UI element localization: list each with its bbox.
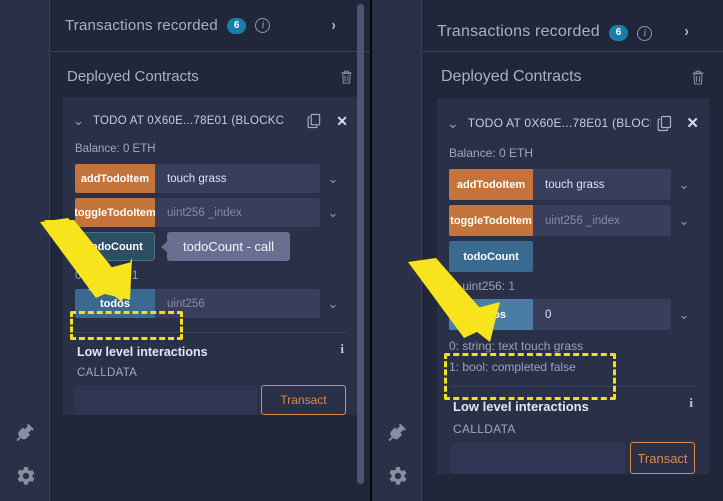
contract-header[interactable]: ⌄ TODO AT 0X60E...78E01 (BLOCKC ✕ xyxy=(63,107,358,135)
chevron-down-icon[interactable]: ⌄ xyxy=(320,164,346,193)
deployed-contracts-header: Deployed Contracts xyxy=(423,52,723,98)
low-level-interactions: Low level interactions i CALLDATA Transa… xyxy=(75,332,346,415)
function-row-addtodoitem: addTodoItem touch grass ⌄ xyxy=(75,164,346,193)
contract-balance: Balance: 0 ETH xyxy=(63,135,358,159)
info-icon[interactable]: i xyxy=(689,395,693,411)
addtodoitem-button[interactable]: addTodoItem xyxy=(449,169,533,200)
todocount-button[interactable]: todoCount xyxy=(449,241,533,272)
transactions-count-badge: 6 xyxy=(227,18,247,34)
info-icon[interactable]: i xyxy=(255,18,270,33)
toggletodoitem-input[interactable]: uint256 _index xyxy=(155,198,320,227)
left-content: Transactions recorded 6 i › Deployed Con… xyxy=(51,0,370,501)
gear-icon[interactable] xyxy=(385,464,409,488)
deployed-contract-card: ⌄ TODO AT 0X60E...78E01 (BLOCKC ✕ Balanc… xyxy=(437,98,709,474)
todos-result-0: 0: string: text touch grass xyxy=(437,336,709,357)
chevron-down-icon[interactable]: ⌄ xyxy=(446,115,459,132)
todos-input[interactable]: 0 xyxy=(533,299,671,330)
low-level-title: Low level interactions xyxy=(75,343,346,359)
deployed-contracts-title: Deployed Contracts xyxy=(441,68,582,86)
toggletodoitem-button[interactable]: toggleTodoItem xyxy=(75,198,155,227)
transactions-recorded-bar[interactable]: Transactions recorded 6 i › xyxy=(423,0,723,52)
low-level-title: Low level interactions xyxy=(451,397,695,414)
addtodoitem-input[interactable]: touch grass xyxy=(533,169,671,200)
left-panel: Transactions recorded 6 i › Deployed Con… xyxy=(0,0,370,501)
toggletodoitem-input[interactable]: uint256 _index xyxy=(533,205,671,236)
plug-icon[interactable] xyxy=(385,420,409,444)
info-icon[interactable]: i xyxy=(340,341,344,357)
toggletodoitem-button[interactable]: toggleTodoItem xyxy=(449,205,533,236)
chevron-down-icon[interactable]: ⌄ xyxy=(320,289,346,318)
calldata-input[interactable] xyxy=(451,442,626,474)
chevron-right-icon[interactable]: › xyxy=(684,23,688,41)
deployed-contract-card: ⌄ TODO AT 0X60E...78E01 (BLOCKC ✕ Balanc… xyxy=(63,97,358,415)
gear-icon[interactable] xyxy=(13,464,37,488)
todos-input[interactable]: uint256 xyxy=(155,289,320,318)
todos-result-1: 1: bool: completed false xyxy=(437,357,709,378)
screenshot-root: Transactions recorded 6 i › Deployed Con… xyxy=(0,0,723,501)
addtodoitem-button[interactable]: addTodoItem xyxy=(75,164,155,193)
trash-icon[interactable] xyxy=(690,69,705,85)
transactions-recorded-bar[interactable]: Transactions recorded 6 i › xyxy=(51,0,370,52)
chevron-down-icon[interactable]: ⌄ xyxy=(72,113,84,129)
transact-button[interactable]: Transact xyxy=(261,385,346,415)
plug-icon[interactable] xyxy=(13,420,37,444)
copy-icon[interactable] xyxy=(307,113,322,129)
chevron-down-icon[interactable]: ⌄ xyxy=(671,205,697,236)
todos-button[interactable]: todos xyxy=(75,289,155,318)
calldata-row: Transact xyxy=(451,442,695,474)
transactions-count-badge: 6 xyxy=(609,25,629,41)
function-row-toggletodoitem: toggleTodoItem uint256 _index ⌄ xyxy=(75,198,346,227)
function-row-addtodoitem: addTodoItem touch grass ⌄ xyxy=(449,169,697,200)
left-icon-sidebar xyxy=(0,0,50,501)
contract-name: TODO AT 0X60E...78E01 (BLOCKC xyxy=(468,116,652,130)
calldata-label: CALLDATA xyxy=(75,359,346,385)
deployed-contracts-header: Deployed Contracts xyxy=(51,52,370,97)
deployed-contracts-title: Deployed Contracts xyxy=(67,68,199,85)
todos-button[interactable]: todos xyxy=(449,299,533,330)
function-row-todos: todos 0 ⌄ xyxy=(449,299,697,330)
calldata-row: Transact xyxy=(75,385,346,415)
transactions-recorded-label: Transactions recorded xyxy=(437,23,600,41)
copy-icon[interactable] xyxy=(657,115,672,131)
close-icon[interactable]: ✕ xyxy=(686,114,699,132)
chevron-down-icon[interactable]: ⌄ xyxy=(671,169,697,200)
function-row-toggletodoitem: toggleTodoItem uint256 _index ⌄ xyxy=(449,205,697,236)
contract-balance: Balance: 0 ETH xyxy=(437,138,709,164)
right-content: Transactions recorded 6 i › Deployed Con… xyxy=(423,0,723,501)
chevron-right-icon[interactable]: › xyxy=(331,17,335,35)
trash-icon[interactable] xyxy=(339,69,354,85)
calldata-label: CALLDATA xyxy=(451,414,695,442)
function-row-todocount: todoCount xyxy=(449,241,697,272)
right-panel: Transactions recorded 6 i › Deployed Con… xyxy=(370,0,723,501)
right-icon-sidebar xyxy=(372,0,422,501)
calldata-input[interactable] xyxy=(75,385,257,415)
function-row-todos: todos uint256 ⌄ xyxy=(75,289,346,318)
transact-button[interactable]: Transact xyxy=(630,442,695,474)
chevron-down-icon[interactable]: ⌄ xyxy=(320,198,346,227)
transactions-recorded-label: Transactions recorded xyxy=(65,17,218,34)
chevron-down-icon[interactable]: ⌄ xyxy=(671,299,697,330)
function-row-todocount: todoCount todoCount - call xyxy=(75,232,346,261)
contract-name: TODO AT 0X60E...78E01 (BLOCKC xyxy=(93,115,301,127)
close-icon[interactable]: ✕ xyxy=(336,113,348,130)
contract-header[interactable]: ⌄ TODO AT 0X60E...78E01 (BLOCKC ✕ xyxy=(437,108,709,138)
low-level-interactions: Low level interactions i CALLDATA Transa… xyxy=(451,386,695,474)
todocount-result: 0: uint256: 1 xyxy=(63,266,358,286)
todocount-tooltip: todoCount - call xyxy=(167,232,290,261)
addtodoitem-input[interactable]: touch grass xyxy=(155,164,320,193)
info-icon[interactable]: i xyxy=(637,26,652,41)
todocount-button[interactable]: todoCount xyxy=(75,232,155,261)
left-scrollbar[interactable] xyxy=(357,4,364,484)
todocount-result: 0: uint256: 1 xyxy=(437,276,709,296)
